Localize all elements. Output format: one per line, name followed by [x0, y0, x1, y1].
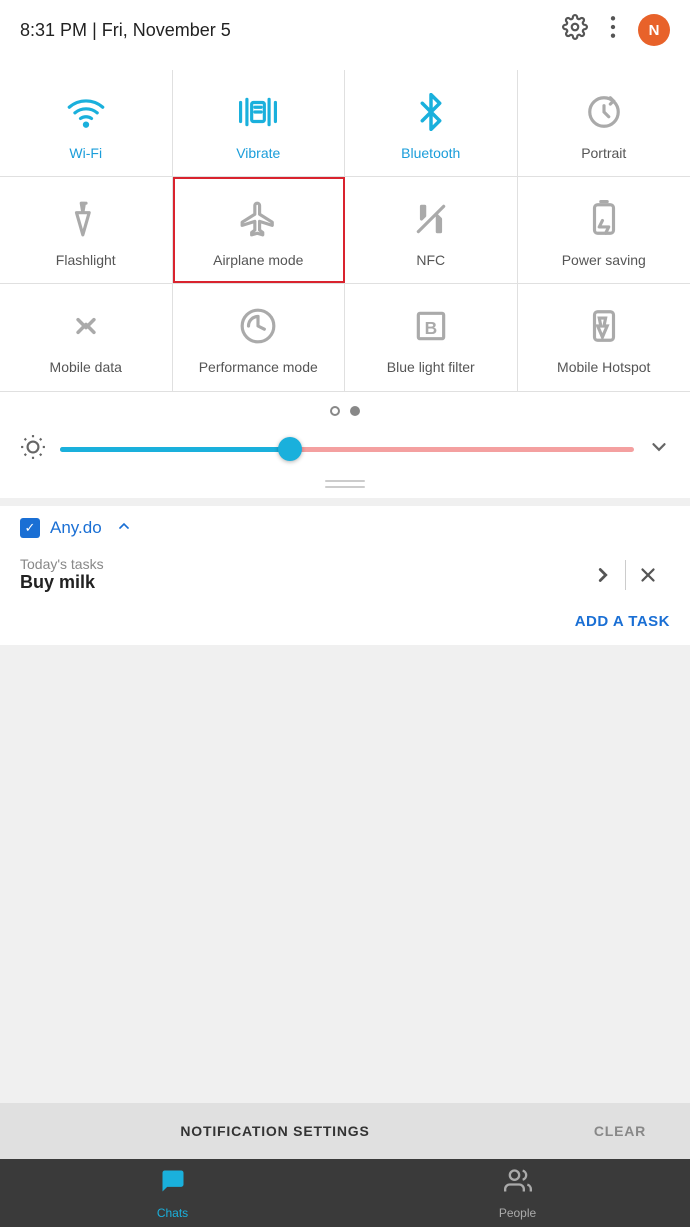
pagination-dot-1[interactable] [330, 406, 340, 416]
status-icons: N [562, 14, 670, 46]
status-bar: 8:31 PM | Fri, November 5 N [0, 0, 690, 60]
qs-item-bluelight[interactable]: B Blue light filter [345, 284, 518, 390]
anydo-task-row: Today's tasks Buy milk [0, 547, 690, 603]
brightness-row [0, 426, 690, 474]
hotspot-label: Mobile Hotspot [557, 358, 650, 376]
qs-item-airplane[interactable]: Airplane mode [173, 177, 346, 283]
settings-icon[interactable] [562, 14, 588, 46]
quick-settings-panel: Wi-Fi Vibrate Bluetooth [0, 60, 690, 498]
qs-item-mobiledata[interactable]: Mobile data [0, 284, 173, 390]
performance-icon [234, 302, 282, 350]
wifi-label: Wi-Fi [69, 144, 102, 162]
hotspot-icon [580, 302, 628, 350]
task-dismiss-button[interactable] [626, 553, 670, 597]
qs-item-hotspot[interactable]: Mobile Hotspot [518, 284, 690, 390]
add-task-button[interactable]: ADD A TASK [575, 613, 670, 630]
task-complete-button[interactable] [581, 553, 625, 597]
chats-icon [159, 1167, 187, 1202]
flashlight-icon [62, 195, 110, 243]
performance-label: Performance mode [199, 358, 318, 376]
pagination-dots [0, 392, 690, 426]
qs-item-vibrate[interactable]: Vibrate [173, 70, 346, 176]
mobiledata-label: Mobile data [50, 358, 122, 376]
mobiledata-icon [62, 302, 110, 350]
chevron-down-icon[interactable] [648, 436, 670, 464]
brightness-icon [20, 434, 46, 466]
nav-item-people[interactable]: People [345, 1167, 690, 1220]
qs-item-portrait[interactable]: Portrait [518, 70, 690, 176]
qs-row-1: Wi-Fi Vibrate Bluetooth [0, 70, 690, 177]
drag-handle[interactable] [0, 474, 690, 498]
checkbox-check-icon: ✓ [25, 520, 36, 536]
chats-nav-label: Chats [157, 1206, 188, 1220]
bluetooth-icon [407, 88, 455, 136]
notification-area: ✓ Any.do Today's tasks Buy milk [0, 506, 690, 645]
slider-thumb[interactable] [278, 437, 302, 461]
notification-bottom-bar: NOTIFICATION SETTINGS CLEAR [0, 1103, 690, 1159]
nfc-label: NFC [416, 251, 445, 269]
more-options-icon[interactable] [602, 14, 624, 46]
qs-item-bluetooth[interactable]: Bluetooth [345, 70, 518, 176]
people-nav-label: People [499, 1206, 536, 1220]
bluetooth-label: Bluetooth [401, 144, 460, 162]
bluelight-label: Blue light filter [387, 358, 475, 376]
airplane-icon [234, 195, 282, 243]
brightness-slider[interactable] [60, 447, 634, 453]
anydo-task-text: Today's tasks Buy milk [20, 556, 104, 593]
airplane-label: Airplane mode [213, 251, 303, 269]
svg-text:B: B [424, 318, 437, 338]
anydo-task-main: Buy milk [20, 572, 104, 593]
powersaving-label: Power saving [562, 251, 646, 269]
qs-item-powersaving[interactable]: Power saving [518, 177, 690, 283]
qs-row-2: Flashlight Airplane mode NFC [0, 177, 690, 284]
qs-item-flashlight[interactable]: Flashlight [0, 177, 173, 283]
vibrate-icon [234, 88, 282, 136]
slider-track [60, 447, 634, 452]
qs-item-nfc[interactable]: NFC [345, 177, 518, 283]
people-icon [504, 1167, 532, 1202]
anydo-app-name: Any.do [50, 518, 102, 538]
vibrate-label: Vibrate [236, 144, 280, 162]
pagination-dot-2[interactable] [350, 406, 360, 416]
clear-notifications-button[interactable]: CLEAR [550, 1103, 690, 1159]
anydo-add-task-row[interactable]: ADD A TASK [0, 603, 690, 645]
wifi-icon [62, 88, 110, 136]
flashlight-label: Flashlight [56, 251, 116, 269]
nav-item-chats[interactable]: Chats [0, 1167, 345, 1220]
portrait-icon [580, 88, 628, 136]
qs-item-performance[interactable]: Performance mode [173, 284, 346, 390]
portrait-label: Portrait [581, 144, 626, 162]
notification-settings-button[interactable]: NOTIFICATION SETTINGS [0, 1103, 550, 1159]
status-time: 8:31 PM | Fri, November 5 [20, 20, 231, 41]
anydo-header: ✓ Any.do [0, 506, 690, 547]
avatar: N [638, 14, 670, 46]
bottom-navigation: Chats People [0, 1159, 690, 1227]
anydo-notification-card: ✓ Any.do Today's tasks Buy milk [0, 506, 690, 645]
anydo-task-actions [581, 553, 670, 597]
powersaving-icon [580, 195, 628, 243]
slider-fill [60, 447, 290, 452]
nfc-icon [407, 195, 455, 243]
qs-row-3: Mobile data Performance mode B Blue ligh [0, 284, 690, 391]
anydo-task-sub: Today's tasks [20, 556, 104, 572]
anydo-checkbox[interactable]: ✓ [20, 518, 40, 538]
anydo-collapse-icon[interactable] [116, 518, 132, 539]
bluelight-icon: B [407, 302, 455, 350]
qs-item-wifi[interactable]: Wi-Fi [0, 70, 173, 176]
